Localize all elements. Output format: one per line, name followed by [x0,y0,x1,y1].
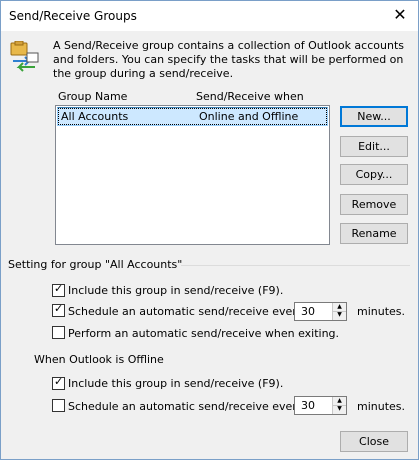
schedule-offline-checkbox[interactable] [52,399,65,412]
rename-button[interactable]: Rename [340,223,408,244]
online-minutes-unit: minutes. [357,305,406,318]
exit-send-receive-label[interactable]: Perform an automatic send/receive when e… [68,327,339,340]
send-receive-when-cell: Online and Offline [199,110,299,123]
close-button[interactable]: Close [340,431,408,452]
spinner-arrows: ▲ ▼ [332,303,346,320]
schedule-online-label[interactable]: Schedule an automatic send/receive every [68,305,303,318]
exit-send-receive-checkbox[interactable] [52,326,65,339]
include-offline-label[interactable]: Include this group in send/receive (F9). [68,377,283,390]
description-text: A Send/Receive group contains a collecti… [53,39,404,80]
spin-down-icon[interactable]: ▼ [333,311,346,319]
spinner-arrows: ▲ ▼ [332,397,346,414]
title-bar: Send/Receive Groups ✕ [1,1,418,31]
close-icon[interactable]: ✕ [392,6,408,24]
online-section-label: Setting for group "All Accounts" [8,258,183,271]
include-offline-checkbox[interactable]: ✓ [52,375,65,390]
schedule-online-checkbox[interactable]: ✓ [52,302,65,317]
schedule-offline-label[interactable]: Schedule an automatic send/receive every [68,400,303,413]
copy-button[interactable]: Copy... [340,164,408,185]
online-minutes-value[interactable]: 30 [301,305,315,318]
new-button[interactable]: New... [340,106,408,127]
groups-list[interactable]: All Accounts Online and Offline [55,105,330,245]
offline-minutes-value[interactable]: 30 [301,399,315,412]
checkmark-icon: ✓ [54,282,64,295]
group-name-cell: All Accounts [61,110,129,123]
include-online-label[interactable]: Include this group in send/receive (F9). [68,284,283,297]
include-online-checkbox[interactable]: ✓ [52,282,65,297]
checkmark-icon: ✓ [54,375,64,388]
section-divider [181,265,410,266]
window-title: Send/Receive Groups [9,9,137,23]
edit-button[interactable]: Edit... [340,136,408,157]
spin-down-icon[interactable]: ▼ [333,405,346,413]
offline-minutes-spinner[interactable]: 30 ▲ ▼ [294,396,347,415]
column-header-send-receive-when[interactable]: Send/Receive when [196,90,304,103]
online-minutes-spinner[interactable]: 30 ▲ ▼ [294,302,347,321]
offline-section-label: When Outlook is Offline [34,353,164,366]
send-receive-groups-dialog: Send/Receive Groups ✕ A Send/Receive gro… [0,0,419,460]
offline-minutes-unit: minutes. [357,400,406,413]
list-item[interactable]: All Accounts Online and Offline [57,107,328,126]
checkmark-icon: ✓ [54,302,64,315]
remove-button[interactable]: Remove [340,194,408,215]
send-receive-groups-icon [10,41,39,72]
column-header-group-name[interactable]: Group Name [58,90,127,103]
